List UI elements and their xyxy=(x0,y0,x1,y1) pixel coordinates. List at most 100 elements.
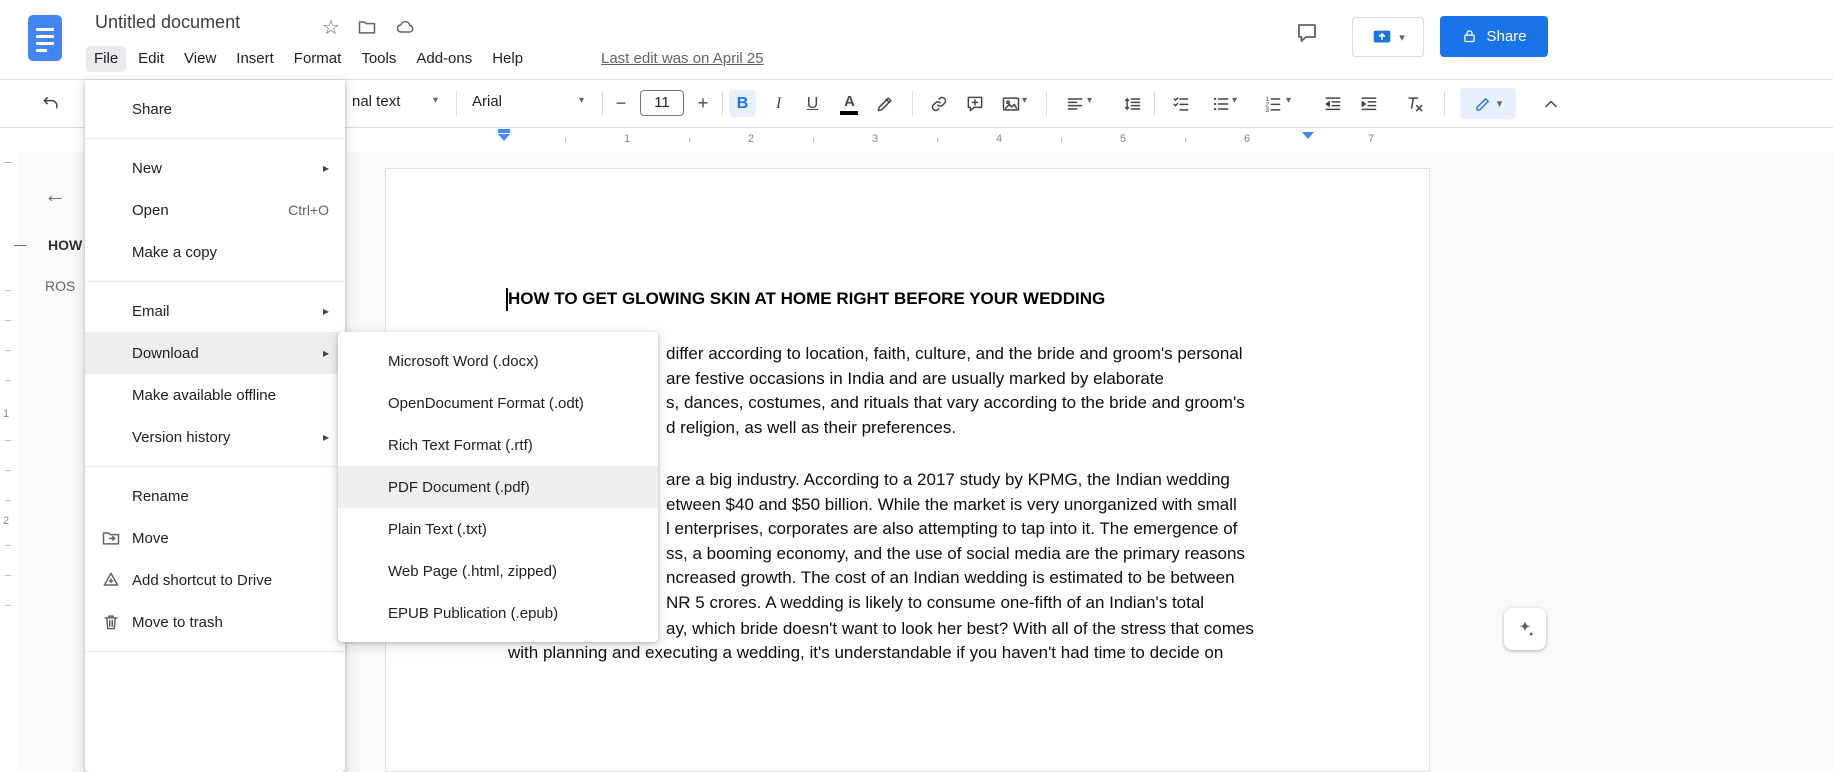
ruler-tick xyxy=(5,162,11,163)
numbered-list-button[interactable]: 123 xyxy=(1260,90,1286,117)
chevron-down-icon[interactable]: ▾ xyxy=(1286,95,1291,106)
document-title[interactable]: Untitled document xyxy=(95,12,240,33)
file-menu: Share New ▸ Open Ctrl+O Make a copy Emai… xyxy=(85,80,345,772)
download-submenu: Microsoft Word (.docx) OpenDocument Form… xyxy=(338,332,658,642)
checklist-button[interactable] xyxy=(1168,90,1194,117)
menu-view[interactable]: View xyxy=(176,46,224,72)
italic-button[interactable]: I xyxy=(765,90,792,117)
logo-line xyxy=(36,49,47,52)
underline-button[interactable]: U xyxy=(799,90,826,117)
collapse-toolbar-button[interactable] xyxy=(1538,90,1564,117)
google-docs-app: HOW TO GET GLOWING SKIN AT HOME RIGHT BE… xyxy=(0,0,1833,772)
docs-logo-icon[interactable] xyxy=(28,15,62,61)
text-color-swatch xyxy=(840,111,858,115)
decrease-indent-button[interactable] xyxy=(1320,90,1346,117)
menu-item-add-shortcut-to-drive[interactable]: Add shortcut to Drive xyxy=(85,559,345,601)
left-indent-marker[interactable] xyxy=(498,134,510,141)
menu-divider xyxy=(85,651,345,652)
ruler-tick xyxy=(1185,138,1186,143)
menu-format[interactable]: Format xyxy=(286,46,350,72)
chevron-down-icon[interactable]: ▾ xyxy=(1022,95,1027,106)
menu-addons[interactable]: Add-ons xyxy=(408,46,480,72)
menu-tools[interactable]: Tools xyxy=(353,46,404,72)
last-edit-link[interactable]: Last edit was on April 25 xyxy=(601,50,764,67)
explore-button[interactable] xyxy=(1504,608,1546,650)
add-comment-button[interactable] xyxy=(962,90,988,117)
menu-divider xyxy=(85,138,345,139)
menu-item-new[interactable]: New ▸ xyxy=(85,147,345,189)
cloud-status-icon[interactable] xyxy=(392,14,418,40)
ruler-tick xyxy=(937,138,938,143)
doc-text-line: are festive occasions in India and are u… xyxy=(666,369,1165,388)
logo-line xyxy=(36,42,54,45)
menu-item-download[interactable]: Download ▸ xyxy=(85,332,345,374)
menu-item-epub[interactable]: EPUB Publication (.epub) xyxy=(338,592,658,634)
bold-button[interactable]: B xyxy=(729,90,756,117)
chevron-down-icon[interactable]: ▾ xyxy=(1232,95,1237,106)
insert-image-button[interactable] xyxy=(998,90,1024,117)
toolbar-divider xyxy=(722,91,723,116)
share-button-label: Share xyxy=(1486,28,1527,45)
menu-item-odt[interactable]: OpenDocument Format (.odt) xyxy=(338,382,658,424)
decrease-font-size-button[interactable]: − xyxy=(608,90,634,117)
ruler-tick xyxy=(565,138,566,143)
highlight-color-button[interactable] xyxy=(872,90,898,117)
ruler-number: 1 xyxy=(3,408,10,420)
menu-file[interactable]: File xyxy=(86,46,127,72)
ruler-tick xyxy=(5,350,11,351)
ruler-tick xyxy=(5,290,11,291)
menu-item-open[interactable]: Open Ctrl+O xyxy=(85,189,345,231)
chevron-down-icon[interactable]: ▾ xyxy=(433,95,438,106)
menu-item-share[interactable]: Share xyxy=(85,88,345,130)
menu-insert[interactable]: Insert xyxy=(228,46,282,72)
menu-item-make-a-copy[interactable]: Make a copy xyxy=(85,231,345,273)
increase-font-size-button[interactable]: + xyxy=(690,90,716,117)
menu-item-label: Make available offline xyxy=(132,386,276,404)
outline-item[interactable]: ROS xyxy=(45,278,75,294)
menu-item-move-to-trash[interactable]: Move to trash xyxy=(85,601,345,643)
submenu-arrow-icon: ▸ xyxy=(322,346,329,360)
clear-formatting-button[interactable] xyxy=(1402,90,1428,117)
right-indent-marker[interactable] xyxy=(1302,132,1314,139)
menu-item-version-history[interactable]: Version history ▸ xyxy=(85,416,345,458)
menu-item-make-available-offline[interactable]: Make available offline xyxy=(85,374,345,416)
present-icon xyxy=(1373,30,1391,43)
outline-item[interactable]: HOW xyxy=(48,237,82,253)
chevron-down-icon[interactable]: ▾ xyxy=(1497,97,1503,110)
menu-item-email[interactable]: Email ▸ xyxy=(85,290,345,332)
chevron-down-icon[interactable]: ▾ xyxy=(1087,95,1092,106)
undo-button[interactable] xyxy=(38,90,64,117)
menu-help[interactable]: Help xyxy=(484,46,531,72)
chevron-down-icon[interactable]: ▾ xyxy=(1399,31,1405,44)
present-button[interactable]: ▾ xyxy=(1352,17,1424,57)
logo-line xyxy=(36,28,54,31)
menu-item-docx[interactable]: Microsoft Word (.docx) xyxy=(338,340,658,382)
editing-mode-button[interactable]: ▾ xyxy=(1460,88,1516,119)
line-spacing-button[interactable] xyxy=(1120,90,1146,117)
font-dropdown[interactable]: Arial xyxy=(472,93,502,110)
hide-outline-button[interactable]: ← xyxy=(44,182,66,208)
menu-item-move[interactable]: Move xyxy=(85,517,345,559)
star-icon[interactable]: ☆ xyxy=(318,14,344,40)
menu-item-rtf[interactable]: Rich Text Format (.rtf) xyxy=(338,424,658,466)
move-folder-icon[interactable] xyxy=(354,14,380,40)
ruler-number: 4 xyxy=(995,133,1003,145)
insert-link-button[interactable] xyxy=(926,90,952,117)
align-button[interactable] xyxy=(1062,90,1088,117)
share-button[interactable]: Share xyxy=(1440,16,1548,57)
menu-item-txt[interactable]: Plain Text (.txt) xyxy=(338,508,658,550)
bulleted-list-button[interactable] xyxy=(1208,90,1234,117)
comments-icon[interactable] xyxy=(1294,20,1320,46)
menu-item-rename[interactable]: Rename xyxy=(85,475,345,517)
increase-indent-button[interactable] xyxy=(1356,90,1382,117)
ruler-number: 6 xyxy=(1243,133,1251,145)
menu-item-pdf[interactable]: PDF Document (.pdf) xyxy=(338,466,658,508)
menu-edit[interactable]: Edit xyxy=(130,46,172,72)
menu-item-web-page[interactable]: Web Page (.html, zipped) xyxy=(338,550,658,592)
font-size-input[interactable]: 11 xyxy=(640,90,684,116)
menu-item-label: OpenDocument Format (.odt) xyxy=(388,394,584,412)
chevron-down-icon[interactable]: ▾ xyxy=(579,95,584,106)
lock-icon xyxy=(1464,30,1476,43)
styles-dropdown[interactable]: nal text xyxy=(352,93,400,110)
first-line-indent-marker[interactable] xyxy=(498,129,510,133)
